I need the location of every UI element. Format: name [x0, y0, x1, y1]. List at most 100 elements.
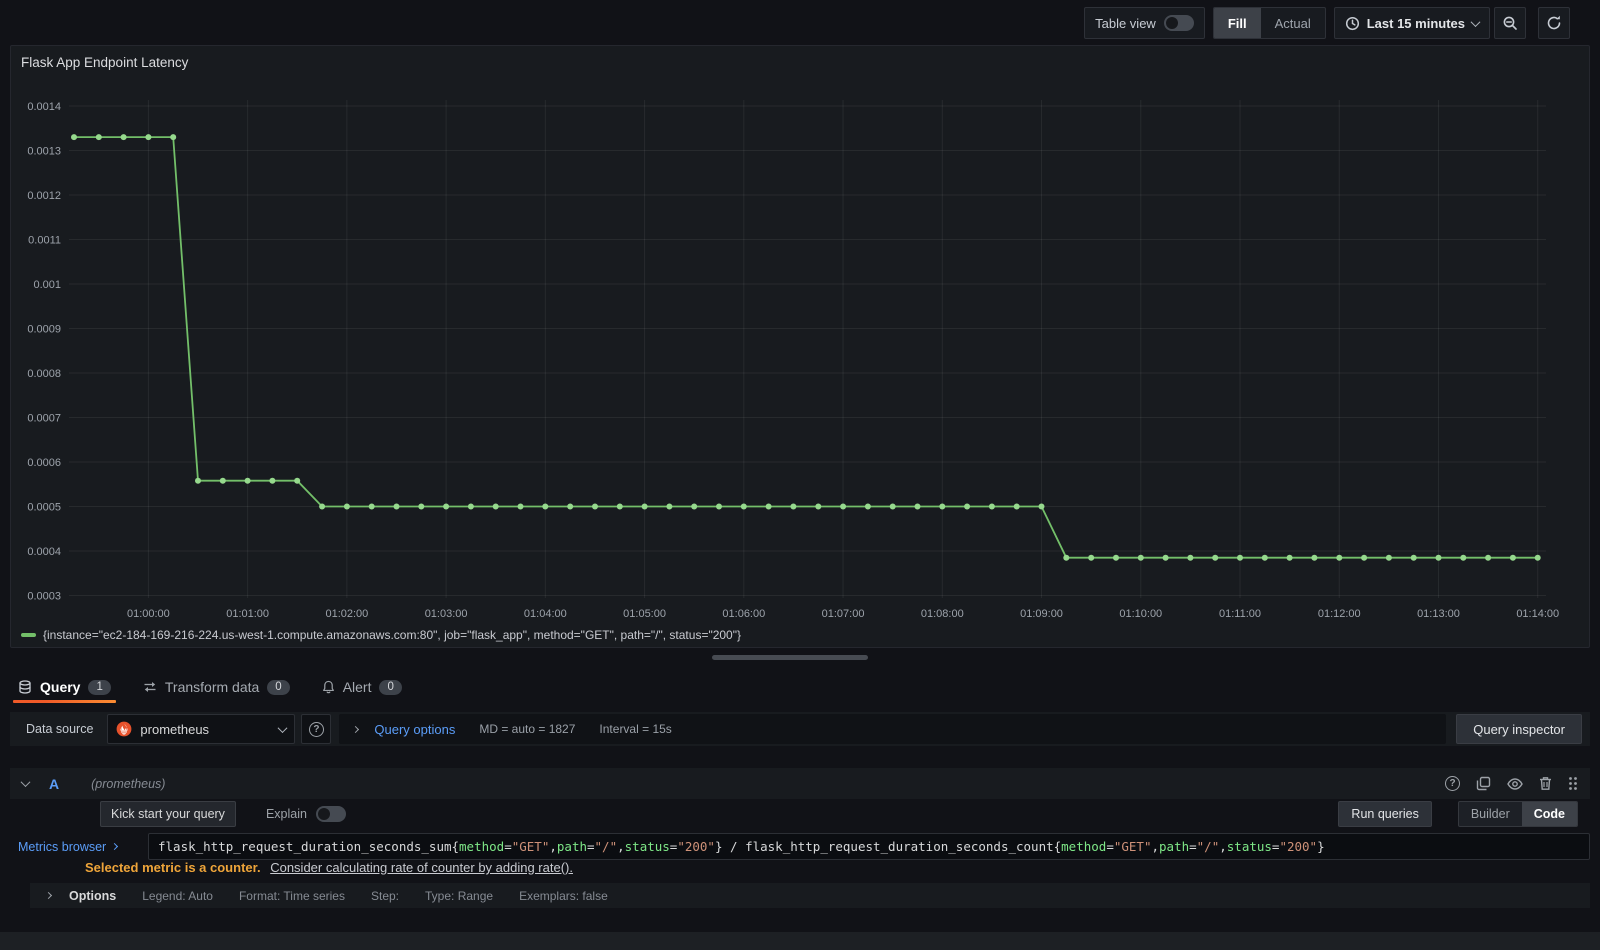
builder-code-segmented: Builder Code	[1457, 801, 1578, 827]
query-token-label: path	[556, 839, 587, 854]
help-icon: ?	[308, 721, 324, 737]
tab-query[interactable]: Query 1	[13, 679, 116, 703]
tab-transform-data[interactable]: Transform data 0	[143, 679, 290, 695]
chart-panel: Flask App Endpoint Latency 01:00:00 01:01…	[10, 45, 1590, 648]
data-point-marker	[939, 503, 946, 510]
duplicate-icon[interactable]	[1476, 776, 1491, 791]
data-point-marker	[1038, 503, 1045, 510]
warning-text: Selected metric is a counter.	[85, 860, 261, 875]
y-axis-tick-label: 0.0012	[27, 190, 61, 202]
trash-icon[interactable]	[1539, 776, 1552, 791]
table-view-toggle[interactable]	[1163, 15, 1194, 31]
data-point-marker	[542, 503, 549, 510]
data-point-marker	[1187, 554, 1194, 561]
query-editor-toolbar: Kick start your query Explain Run querie…	[100, 801, 1578, 827]
query-row-header[interactable]: A (prometheus) ?	[10, 768, 1590, 799]
query-options-link[interactable]: Query options	[374, 722, 455, 737]
tab-query-label: Query	[40, 679, 81, 695]
series-line	[74, 136, 1538, 559]
metrics-browser-label: Metrics browser	[18, 839, 107, 854]
chevron-down-icon	[277, 722, 288, 733]
options-format: Format: Time series	[238, 888, 345, 903]
kick-start-query-button[interactable]: Kick start your query	[100, 801, 236, 827]
data-point-marker	[418, 503, 425, 510]
data-point-marker	[1212, 554, 1219, 561]
horizontal-scrollbar-thumb[interactable]	[712, 655, 868, 660]
query-inspector-button[interactable]: Query inspector	[1456, 714, 1582, 744]
options-exemplars: Exemplars: false	[519, 888, 608, 903]
query-token-string: "200"	[677, 839, 715, 854]
builder-button[interactable]: Builder	[1459, 802, 1522, 826]
latency-chart[interactable]: 01:00:00 01:01:00 01:02:00 01:03:00 01:04:00…	[11, 96, 1589, 626]
data-point-marker	[1013, 503, 1020, 510]
active-tab-underline	[13, 700, 116, 703]
query-token-label: status	[624, 839, 670, 854]
panel-title: Flask App Endpoint Latency	[21, 55, 189, 70]
x-axis-tick-label: 01:06:00	[722, 608, 765, 620]
datasource-select[interactable]: prometheus	[107, 714, 296, 744]
data-point-marker	[269, 477, 276, 484]
promql-query-editor[interactable]: flask_http_request_duration_seconds_sum{…	[148, 833, 1590, 860]
data-point-marker	[790, 503, 797, 510]
drag-handle-icon[interactable]	[1568, 776, 1578, 791]
data-point-marker	[1311, 554, 1318, 561]
x-axis-tick-label: 01:14:00	[1516, 608, 1559, 620]
data-point-marker	[1137, 554, 1144, 561]
data-point-marker	[492, 503, 499, 510]
code-button[interactable]: Code	[1521, 802, 1577, 826]
query-options-md: MD = auto = 1827	[479, 722, 576, 736]
x-axis-tick-label: 01:09:00	[1020, 608, 1063, 620]
data-point-marker	[641, 503, 648, 510]
data-point-marker	[368, 503, 375, 510]
zoom-out-button[interactable]	[1494, 7, 1526, 39]
query-token-plain: flask_http_request_duration_seconds_sum{	[158, 839, 460, 854]
query-token-plain: =	[669, 839, 678, 854]
data-point-marker	[319, 503, 326, 510]
explain-toggle[interactable]	[315, 806, 346, 822]
data-point-marker	[294, 477, 301, 484]
warning-rate-link[interactable]: Consider calculating rate of counter by …	[270, 860, 573, 875]
data-point-marker	[592, 503, 598, 510]
data-point-marker	[988, 503, 995, 510]
time-range-picker[interactable]: Last 15 minutes	[1333, 7, 1490, 39]
data-point-marker	[443, 503, 450, 510]
tab-alert[interactable]: Alert 0	[322, 679, 402, 695]
explain-label: Explain	[265, 807, 307, 821]
query-options-summary[interactable]: Options Legend: Auto Format: Time series…	[30, 883, 1590, 908]
data-point-marker	[1485, 554, 1492, 561]
database-icon	[18, 680, 32, 694]
actual-button[interactable]: Actual	[1261, 8, 1325, 38]
query-token-plain: ,	[1219, 839, 1227, 854]
query-token-label: method	[459, 839, 505, 854]
metrics-browser-link[interactable]: Metrics browser	[18, 840, 148, 854]
data-point-marker	[765, 503, 772, 510]
eye-icon[interactable]	[1507, 777, 1523, 791]
options-title: Options	[69, 888, 117, 903]
data-point-marker	[567, 503, 574, 510]
y-axis-tick-label: 0.0014	[27, 101, 61, 113]
datasource-help-button[interactable]: ?	[301, 714, 332, 744]
query-token-string: "GET"	[511, 839, 550, 854]
query-token-plain: =	[587, 839, 595, 854]
data-point-marker	[120, 134, 127, 141]
query-token-string: "/"	[1196, 839, 1220, 854]
data-point-marker	[840, 503, 847, 510]
prometheus-icon	[117, 721, 132, 737]
data-point-marker	[1435, 554, 1442, 561]
chart-legend[interactable]: {instance="ec2-184-169-216-224.us-west-1…	[21, 628, 741, 642]
collapse-chevron-icon[interactable]	[20, 777, 31, 788]
data-point-marker	[1385, 554, 1392, 561]
bottom-edge	[0, 932, 1600, 950]
refresh-button[interactable]	[1538, 7, 1570, 39]
run-queries-button[interactable]: Run queries	[1338, 801, 1432, 827]
data-point-marker	[170, 134, 177, 141]
help-icon[interactable]: ?	[1445, 776, 1460, 791]
y-axis-tick-label: 0.0005	[27, 502, 61, 514]
x-axis-tick-label: 01:13:00	[1417, 608, 1460, 620]
datasource-label: Data source	[26, 722, 94, 736]
query-options-bar[interactable]: Query options MD = auto = 1827 Interval …	[339, 714, 1447, 744]
counter-warning: Selected metric is a counter. Consider c…	[85, 860, 573, 875]
y-axis-tick-label: 0.0006	[27, 457, 61, 469]
options-type: Type: Range	[425, 888, 494, 903]
fill-button[interactable]: Fill	[1213, 8, 1261, 38]
